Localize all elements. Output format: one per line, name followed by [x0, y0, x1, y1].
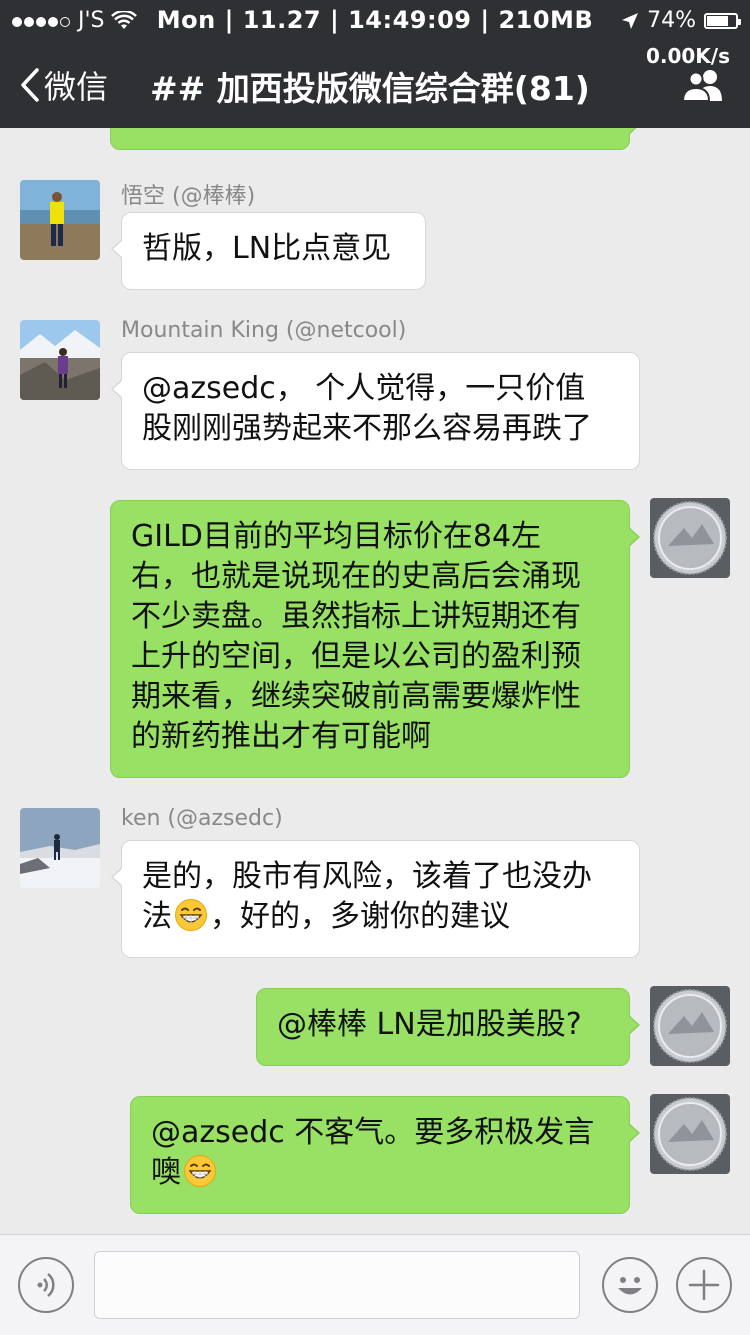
status-bar: J'S Mon | 11.27 | 14:49:09 | 210MB 74%: [0, 0, 750, 40]
avatar[interactable]: [20, 180, 100, 260]
message-text-line: GILD目前的平均目标价在84左: [131, 519, 542, 554]
message-text-line-2: 噢: [151, 1153, 609, 1193]
grin-emoji-icon: [184, 1155, 216, 1187]
avatar-coin-image: [650, 986, 730, 1066]
grin-emoji-icon: [175, 899, 207, 931]
message-text-line: @azsedc 不客气。要多积极发言: [151, 1115, 595, 1150]
network-speed: 0.00K/s: [645, 44, 730, 68]
message-text-fragment: 法: [142, 899, 172, 934]
avatar-coin-image: [650, 498, 730, 578]
battery-icon: [704, 12, 741, 29]
group-info-button[interactable]: [680, 68, 728, 106]
group-members-icon: [681, 70, 722, 102]
location-arrow-icon: [622, 12, 639, 29]
message-text-line: 的新药推出才有可能啊: [131, 719, 431, 754]
chevron-left-icon: [20, 67, 40, 103]
message-bubble[interactable]: @azsedc， 个人觉得，一只价值 股刚刚强势起来不那么容易再跌了: [111, 352, 640, 470]
chat-messages[interactable]: 悟空 (@棒棒) 哲版，LN比点意见 Mountain King (@netco…: [0, 128, 750, 1234]
sender-name: ken (@azsedc): [121, 806, 283, 831]
avatar-person-mountain-image: [20, 320, 100, 400]
avatar-person-coast-image: [20, 180, 100, 260]
message-bubble[interactable]: 哲版，LN比点意见: [111, 212, 426, 290]
message-text-line-2: 法 ，好的，多谢你的建议: [142, 897, 619, 937]
message-input[interactable]: [94, 1251, 580, 1319]
input-bar: [0, 1234, 750, 1335]
voice-icon: [37, 1273, 55, 1297]
message-text-line: 期来看，继续突破前高需要爆炸性: [131, 679, 581, 714]
previous-message-bubble[interactable]: [110, 128, 640, 150]
avatar-coin-image: [650, 1094, 730, 1174]
message-text-line: 上升的空间，但是以公司的盈利预: [131, 639, 581, 674]
message-text-line: 右，也就是说现在的史高后会涌现: [131, 559, 581, 594]
sender-name: Mountain King (@netcool): [121, 318, 407, 343]
status-right: 74%: [621, 8, 741, 33]
message-text-line: 股刚刚强势起来不那么容易再跌了: [142, 411, 592, 446]
voice-button[interactable]: [18, 1257, 74, 1313]
message-text: 哲版，LN比点意见: [142, 231, 392, 266]
avatar[interactable]: [20, 320, 100, 400]
message-bubble[interactable]: 是的，股市有风险，该着了也没办 法 ，好的，多谢你的建议: [111, 840, 640, 958]
message-text: @棒棒 LN是加股美股?: [277, 1007, 582, 1042]
message-text-line: 不少卖盘。虽然指标上讲短期还有: [131, 599, 581, 634]
message-text-line: 是的，股市有风险，该着了也没办: [142, 859, 592, 894]
battery-percent: 74%: [647, 8, 696, 33]
plus-icon: [688, 1269, 720, 1301]
smiley-icon: [618, 1277, 642, 1295]
message-bubble-outgoing[interactable]: @azsedc 不客气。要多积极发言 噢: [130, 1096, 640, 1214]
sender-name: 悟空 (@棒棒): [121, 184, 256, 209]
more-button[interactable]: [676, 1257, 732, 1313]
message-bubble-outgoing[interactable]: GILD目前的平均目标价在84左 右，也就是说现在的史高后会涌现 不少卖盘。虽然…: [110, 500, 640, 778]
my-avatar[interactable]: [650, 1094, 730, 1174]
avatar[interactable]: [20, 808, 100, 888]
message-text-fragment: ，好的，多谢你的建议: [210, 899, 510, 934]
top-header: J'S Mon | 11.27 | 14:49:09 | 210MB 74% 微…: [0, 0, 750, 128]
chat-title: ## 加西投版微信综合群(81): [150, 69, 590, 108]
my-avatar[interactable]: [650, 498, 730, 578]
emoji-button[interactable]: [602, 1257, 658, 1313]
message-text-line: @azsedc， 个人觉得，一只价值: [142, 371, 586, 406]
message-text-fragment: 噢: [151, 1155, 181, 1190]
message-bubble-outgoing[interactable]: @棒棒 LN是加股美股?: [256, 988, 640, 1066]
back-label: 微信: [44, 68, 109, 106]
my-avatar[interactable]: [650, 986, 730, 1066]
nav-bar: 微信 ## 加西投版微信综合群(81) 0.00K/s: [0, 40, 750, 128]
back-button[interactable]: 微信: [20, 62, 108, 108]
avatar-person-snow-image: [20, 808, 100, 888]
